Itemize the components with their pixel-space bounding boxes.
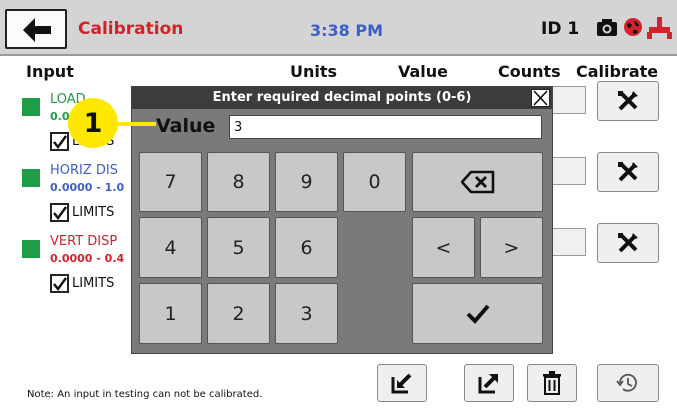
input-name: VERT DISP <box>50 234 118 249</box>
limits-checkbox[interactable] <box>50 274 69 293</box>
tools-icon <box>618 162 638 182</box>
counts-field <box>548 228 586 256</box>
key-5[interactable]: 5 <box>207 217 270 278</box>
clock: 3:38 PM <box>310 21 384 40</box>
counts-field <box>548 157 586 185</box>
checkmark-icon <box>53 135 67 149</box>
key-1[interactable]: 1 <box>139 283 202 344</box>
limits-checkbox[interactable] <box>50 203 69 222</box>
import-icon <box>391 373 412 394</box>
key-4[interactable]: 4 <box>139 217 202 278</box>
camera-icon[interactable] <box>596 17 618 37</box>
callout-number-badge: 1 <box>68 98 118 148</box>
export-icon <box>478 374 498 394</box>
checkmark-icon <box>53 277 67 291</box>
key-8[interactable]: 8 <box>207 152 270 212</box>
checkmark-icon <box>53 206 67 220</box>
cursor-left-button[interactable]: < <box>412 217 475 278</box>
key-7[interactable]: 7 <box>139 152 202 212</box>
confirm-button[interactable] <box>412 283 543 344</box>
checkmark-icon <box>466 304 490 324</box>
tools-icon <box>618 233 638 253</box>
column-header-counts: Counts <box>498 62 561 81</box>
decimal-points-dialog: Enter required decimal points (0-6) Valu… <box>131 86 553 354</box>
footer-note: Note: An input in testing can not be cal… <box>27 389 263 400</box>
input-range: 0.0000 - 0.4 <box>50 252 125 265</box>
limits-label: LIMITS <box>72 205 115 220</box>
key-0[interactable]: 0 <box>343 152 406 212</box>
column-header-value: Value <box>398 62 449 81</box>
limits-checkbox[interactable] <box>50 132 69 151</box>
restore-button[interactable] <box>597 364 659 402</box>
column-header-input: Input <box>26 62 74 81</box>
device-id: ID 1 <box>541 19 580 39</box>
callout-pointer <box>116 122 156 126</box>
import-button[interactable] <box>377 364 427 402</box>
status-led <box>22 240 40 258</box>
backspace-button[interactable] <box>412 152 543 212</box>
top-bar: Calibration 3:38 PM ID 1 <box>0 0 677 56</box>
page-title: Calibration <box>78 19 184 39</box>
trash-icon <box>543 371 561 395</box>
calibrate-button[interactable] <box>597 152 659 192</box>
history-icon <box>616 373 637 392</box>
status-led <box>22 98 40 116</box>
export-button[interactable] <box>464 364 514 402</box>
back-button[interactable] <box>5 9 67 49</box>
limits-label: LIMITS <box>72 276 115 291</box>
dialog-close-button[interactable] <box>531 89 550 107</box>
column-header-units: Units <box>290 62 338 81</box>
plug-icon[interactable] <box>647 17 673 39</box>
key-3[interactable]: 3 <box>275 283 338 344</box>
delete-button[interactable] <box>527 364 577 402</box>
value-label: Value <box>156 115 216 137</box>
value-input[interactable] <box>229 115 542 139</box>
key-6[interactable]: 6 <box>275 217 338 278</box>
status-led <box>22 169 40 187</box>
tools-icon <box>618 91 638 111</box>
calibrate-button[interactable] <box>597 81 659 121</box>
column-header-calibrate: Calibrate <box>576 62 659 81</box>
key-2[interactable]: 2 <box>207 283 270 344</box>
calibrate-button[interactable] <box>597 223 659 263</box>
globe-icon[interactable] <box>623 17 643 37</box>
input-name: HORIZ DIS <box>50 163 119 178</box>
key-9[interactable]: 9 <box>275 152 338 212</box>
backspace-icon <box>460 170 494 194</box>
cursor-right-button[interactable]: > <box>480 217 543 278</box>
close-icon <box>533 90 548 106</box>
input-range: 0.0000 - 1.0 <box>50 181 125 194</box>
dialog-title: Enter required decimal points (0-6) <box>132 87 552 109</box>
back-arrow-icon <box>23 18 51 42</box>
counts-field <box>548 86 586 114</box>
